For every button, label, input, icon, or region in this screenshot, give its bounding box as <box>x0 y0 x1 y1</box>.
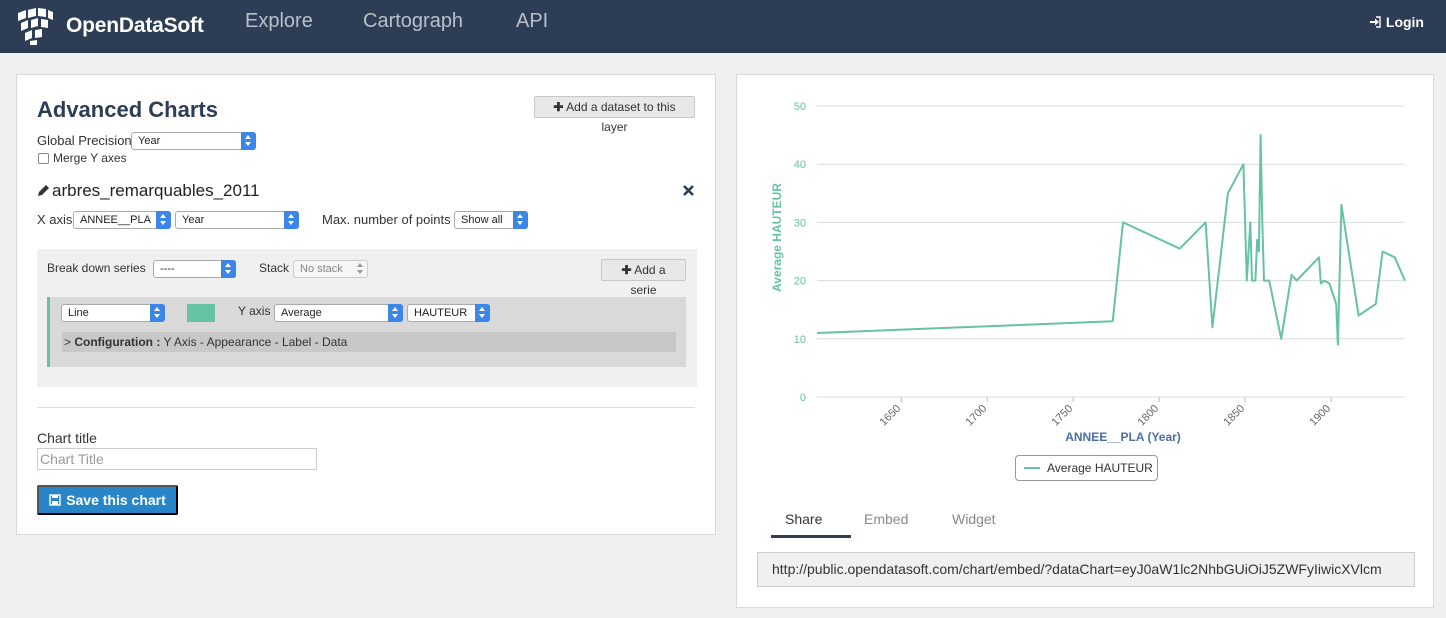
config-label: Configuration : <box>74 335 161 349</box>
breakdown-value: ---- <box>160 263 175 275</box>
x-tick-label: 1750 <box>1049 403 1075 429</box>
y-tick-label: 0 <box>800 392 806 404</box>
global-precision-select[interactable]: Year <box>131 132 256 150</box>
select-arrows-icon <box>284 211 299 229</box>
global-precision-value: Year <box>138 135 161 147</box>
global-precision-label: Global Precision <box>37 133 132 148</box>
save-chart-button[interactable]: Save this chart <box>37 485 178 515</box>
login-label: Login <box>1385 14 1424 30</box>
chart-title-label: Chart title <box>37 430 97 446</box>
merge-y-checkbox[interactable] <box>38 153 49 164</box>
tab-share[interactable]: Share <box>785 511 822 527</box>
login-link[interactable]: Login <box>1369 14 1424 30</box>
stack-value: No stack <box>300 263 343 275</box>
y-field-value: HAUTEUR <box>414 307 468 319</box>
nav-api[interactable]: API <box>516 10 548 33</box>
x-axis-title: ANNEE__PLA (Year) <box>1065 430 1181 444</box>
y-func-value: Average <box>281 307 322 319</box>
max-points-value: Show all <box>461 214 503 226</box>
select-arrows-icon <box>388 304 403 322</box>
opendatasoft-logo-icon <box>18 8 53 45</box>
page-title: Advanced Charts <box>37 97 218 122</box>
y-tick-label: 30 <box>794 217 806 229</box>
plus-icon: ✚ <box>621 263 632 277</box>
add-serie-button[interactable]: ✚ Add a serie <box>601 259 686 297</box>
legend-label: Average HAUTEUR <box>1047 461 1153 475</box>
serie-type-select[interactable]: Line <box>61 304 165 322</box>
x-tick-label: 1650 <box>878 403 904 429</box>
nav-cartograph[interactable]: Cartograph <box>363 10 463 33</box>
select-arrows-icon <box>156 211 171 229</box>
x-axis-field-value: ANNEE__PLA <box>80 214 151 226</box>
share-url-field[interactable]: http://public.opendatasoft.com/chart/emb… <box>757 552 1415 587</box>
y-tick-label: 50 <box>794 101 806 113</box>
line-chart: 0 10 20 30 40 50 1650 1700 1750 1800 1850 1900 ANNEE… <box>770 101 1406 444</box>
x-axis-label: X axis <box>37 212 73 227</box>
breakdown-label: Break down series <box>47 261 146 275</box>
x-axis-precision-value: Year <box>182 214 205 226</box>
tab-embed[interactable]: Embed <box>864 511 908 527</box>
add-dataset-label: Add a dataset to this layer <box>566 100 676 134</box>
x-tick-label: 1700 <box>964 403 990 429</box>
configuration-bar[interactable]: > Configuration : Y Axis - Appearance - … <box>62 332 676 352</box>
add-dataset-button[interactable]: ✚ Add a dataset to this layer <box>534 96 695 134</box>
active-tab-indicator <box>771 535 851 538</box>
y-func-select[interactable]: Average <box>274 304 403 322</box>
divider <box>37 407 695 408</box>
x-axis-field-select[interactable]: ANNEE__PLA <box>73 211 171 229</box>
close-icon[interactable] <box>683 185 694 196</box>
y-axis-title: Average HAUTEUR <box>770 183 784 292</box>
dataset-name: arbres_remarquables_2011 <box>52 181 260 200</box>
x-tick-label: 1850 <box>1221 403 1247 429</box>
config-prefix: > <box>64 335 75 349</box>
max-points-select[interactable]: Show all <box>454 211 528 229</box>
chart-builder-panel: Advanced Charts ✚ Add a dataset to this … <box>16 74 716 535</box>
x-tick-label: 1800 <box>1135 403 1161 429</box>
serie-type-value: Line <box>68 307 89 319</box>
y-tick-label: 10 <box>794 334 806 346</box>
pencil-icon[interactable] <box>37 184 50 197</box>
add-serie-label: Add a serie <box>630 263 666 297</box>
plus-icon: ✚ <box>553 100 564 114</box>
chart-title-input[interactable]: Chart Title <box>37 448 317 470</box>
y-field-select[interactable]: HAUTEUR <box>407 304 490 322</box>
series-config-box: Break down series ---- Stack No stack ✚ … <box>37 249 697 387</box>
sign-in-icon <box>1369 16 1381 28</box>
legend-line-swatch <box>1024 467 1040 469</box>
select-arrows-icon <box>353 260 368 278</box>
series-line[interactable] <box>816 134 1406 346</box>
top-navbar: OpenDataSoft Explore Cartograph API Logi… <box>0 0 1446 53</box>
select-arrows-icon <box>150 304 165 322</box>
merge-y-label: Merge Y axes <box>53 151 127 165</box>
save-chart-label: Save this chart <box>66 492 166 508</box>
stack-select[interactable]: No stack <box>293 260 368 278</box>
x-tick-label: 1900 <box>1307 403 1333 429</box>
y-tick-label: 40 <box>794 159 806 171</box>
x-axis-precision-select[interactable]: Year <box>175 211 299 229</box>
select-arrows-icon <box>475 304 490 322</box>
nav-explore[interactable]: Explore <box>245 10 313 33</box>
y-axis-label: Y axis <box>238 304 271 318</box>
select-arrows-icon <box>241 132 256 150</box>
max-points-label: Max. number of points <box>322 212 451 227</box>
select-arrows-icon <box>513 211 528 229</box>
config-links[interactable]: Y Axis - Appearance - Label - Data <box>160 335 347 349</box>
breakdown-select[interactable]: ---- <box>153 260 236 278</box>
chart-preview-panel: 0 10 20 30 40 50 1650 1700 1750 1800 1850 1900 ANNEE… <box>736 74 1434 608</box>
tab-widget[interactable]: Widget <box>952 511 996 527</box>
save-icon <box>49 494 61 506</box>
stack-label: Stack <box>259 261 290 275</box>
serie-color-swatch[interactable] <box>187 304 215 322</box>
brand-name: OpenDataSoft <box>66 14 204 37</box>
select-arrows-icon <box>221 260 236 278</box>
serie-row: Line Y axis Average HAUTEUR > Configurat… <box>47 297 686 367</box>
chart-legend[interactable]: Average HAUTEUR <box>1015 455 1158 481</box>
y-tick-label: 20 <box>794 276 806 288</box>
brand[interactable]: OpenDataSoft <box>16 6 204 46</box>
